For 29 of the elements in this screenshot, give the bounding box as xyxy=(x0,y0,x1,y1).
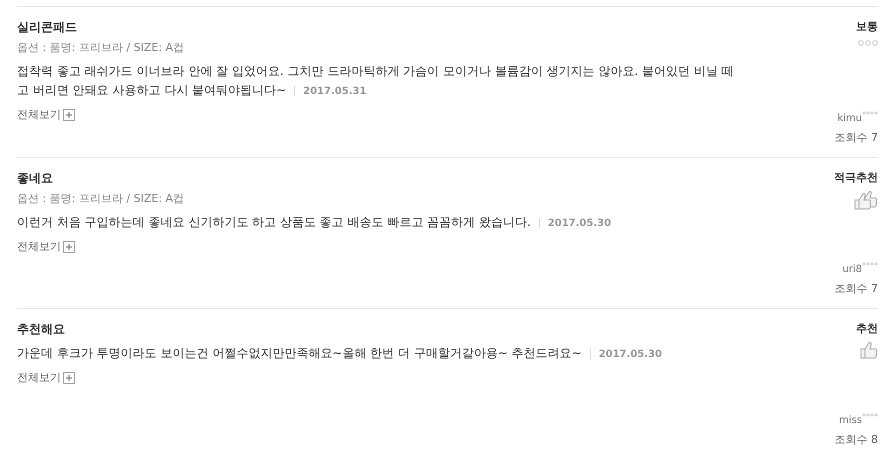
review-text: 고 버리면 안돼요 사용하고 다시 붙여둬야됩니다~ xyxy=(17,83,286,97)
plus-icon xyxy=(63,372,75,384)
plus-icon xyxy=(63,109,75,121)
view-count: 조회수 7 xyxy=(834,130,878,146)
option-text: 옵션 : 품명: 프리브라 / SIZE: A컵 xyxy=(17,40,184,56)
review-date: 2017.05.31 xyxy=(303,86,366,97)
review-text: 가운데 후크가 투명이라도 보이는건 어쩔수없지만만족해요~올해 한번 더 구매할거같아용~ 추천드려요~ xyxy=(17,346,582,360)
plus-icon xyxy=(63,241,75,253)
show-all-button[interactable]: 전체보기 xyxy=(17,108,75,122)
username: uri8$^{****}$ xyxy=(842,263,878,277)
rating-label: 보통 xyxy=(856,19,878,35)
thumbs-up-icon xyxy=(852,189,878,211)
review-date: 2017.05.30 xyxy=(548,218,612,229)
rating-label: 추천 xyxy=(856,321,878,337)
dots-icon xyxy=(858,40,878,46)
view-count: 조회수 8 xyxy=(834,432,878,448)
review-text: 이런거 처음 구입하는데 좋네요 신기하기도 하고 상품도 좋고 배송도 빠르고 꼼꼼하게 왔습니다. xyxy=(17,215,531,229)
show-all-button[interactable]: 전체보기 xyxy=(17,371,75,385)
option-text: 옵션 : 품명: 프리브라 / SIZE: A컵 xyxy=(17,191,184,207)
rating-label: 적극추천 xyxy=(834,170,878,186)
view-count: 조회수 7 xyxy=(834,281,878,297)
review-title: 추천해요 xyxy=(17,321,65,338)
show-all-button[interactable]: 전체보기 xyxy=(17,240,75,254)
review-text: 접착력 좋고 래쉬가드 이너브라 안에 잘 입었어요. 그치만 드라마틱하게 가슴이 모이거나 볼륨감이 생기지는 않아요. 붙어있던 비닐 떼 xyxy=(17,64,734,78)
username: miss$^{****}$ xyxy=(839,414,878,428)
review-title: 좋네요 xyxy=(17,170,53,187)
username: kimu$^{****}$ xyxy=(837,112,878,126)
review-date: 2017.05.30 xyxy=(598,349,662,360)
review-title: 실리콘패드 xyxy=(17,19,77,36)
